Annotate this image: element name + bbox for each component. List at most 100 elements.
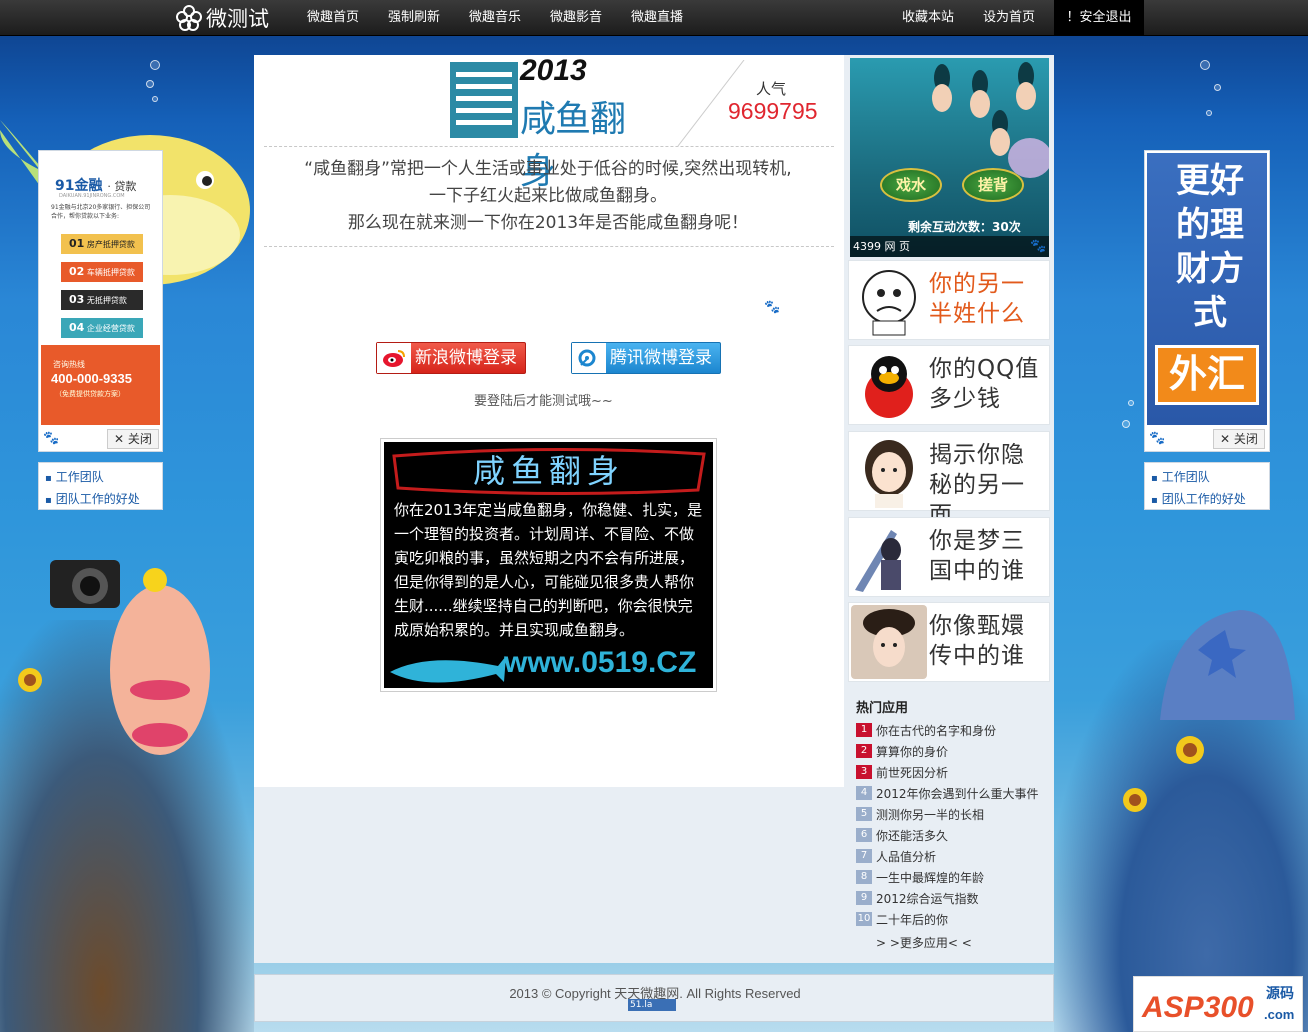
hotline-label: 咨询热线 <box>53 360 85 369</box>
paw-icon: 🐾 <box>764 300 781 315</box>
bubble <box>146 80 154 88</box>
weibo-icon <box>377 343 411 373</box>
hot-app-label: 你在古代的名字和身份 <box>876 723 997 738</box>
hot-app-item[interactable]: 6 你还能活多久 <box>856 826 948 844</box>
result-title: 咸鱼翻身 <box>472 452 625 490</box>
game-remaining-count: 剩余互动次数：30次 <box>908 220 1021 234</box>
nav-link-bookmark[interactable]: 收藏本站 <box>902 0 954 36</box>
site-logo-text: 微测试 <box>206 7 269 31</box>
sina-login-label: 新浪微博登录 <box>415 348 517 368</box>
side-link-team[interactable]: 工作团队 <box>45 467 162 489</box>
quiz-title: 你的另一半姓什么 <box>929 271 1025 327</box>
rock-decoration <box>1160 610 1295 720</box>
forex-ad-banner: 更好的理财方式 外汇 <box>1147 153 1267 425</box>
hot-app-label: 一生中最辉煌的年龄 <box>876 870 985 885</box>
tencent-weibo-login-button[interactable]: 腾讯微博登录 <box>571 342 721 374</box>
sina-weibo-login-button[interactable]: 新浪微博登录 <box>376 342 526 374</box>
description-line: “咸鱼翻身”常把一个人生活或事业处于低谷的时候,突然出现转机, <box>304 159 792 179</box>
side-link-team-benefits[interactable]: 团队工作的好处 <box>1151 489 1269 511</box>
rank-badge: 10 <box>856 912 872 926</box>
forex-highlight: 外汇 <box>1155 345 1259 405</box>
site-logo[interactable]: 微测试 <box>176 4 269 32</box>
game-splash-button[interactable]: 戏水 <box>880 168 942 202</box>
hot-app-label: 算算你的身价 <box>876 744 949 759</box>
loan-item: 04 企业经营贷款 <box>61 318 143 338</box>
stats-badge[interactable]: 51.la <box>628 999 676 1011</box>
logout-button[interactable]: ！安全退出 <box>1054 0 1144 36</box>
tencent-weibo-icon <box>572 343 606 373</box>
hot-apps-title: 热门应用 <box>856 701 909 716</box>
hot-app-item[interactable]: 5 测测你另一半的长相 <box>856 805 984 823</box>
nav-link-video[interactable]: 微趣影音 <box>550 0 602 36</box>
game-ad-source: 4399 网 页 <box>853 240 910 253</box>
bubble <box>1200 60 1210 70</box>
paw-icon: 🐾 <box>1030 239 1047 254</box>
title-banner: 2013 咸鱼翻身 <box>448 54 644 192</box>
quiz-card[interactable]: 你的QQ值多少钱 <box>848 345 1050 425</box>
hot-app-item[interactable]: 2 算算你的身价 <box>856 742 948 760</box>
mermaid-illustration <box>932 62 1049 178</box>
hot-app-label: 2012年你会遇到什么重大事件 <box>876 786 1039 801</box>
side-link-team-benefits[interactable]: 团队工作的好处 <box>45 489 162 511</box>
rank-badge: 2 <box>856 744 872 758</box>
rank-badge: 3 <box>856 765 872 779</box>
left-side-ad[interactable]: 91金融 · 贷款 DAIKUAN.91JINRONG.COM 91金融与北京2… <box>38 150 163 452</box>
rank-badge: 8 <box>856 870 872 884</box>
right-side-ad[interactable]: 更好的理财方式 外汇 🐾 ✕ 关闭 <box>1144 150 1270 452</box>
asp300-watermark-logo: ASP300 源码 .com <box>1133 976 1303 1032</box>
popularity-value: 9699795 <box>728 98 818 124</box>
nav-link-live[interactable]: 微趣直播 <box>631 0 683 36</box>
hot-app-item[interactable]: 9 2012综合运气指数 <box>856 889 979 907</box>
rank-badge: 5 <box>856 807 872 821</box>
watermark-sub: 源码 <box>1266 986 1294 1002</box>
quiz-card[interactable]: 你像甄嬛传中的谁 <box>848 602 1050 682</box>
nav-link-music[interactable]: 微趣音乐 <box>469 0 521 36</box>
hot-app-item[interactable]: 4 2012年你会遇到什么重大事件 <box>856 784 1039 802</box>
hotline-number: 400-000-9335 <box>51 371 132 386</box>
nav-link-refresh[interactable]: 强制刷新 <box>388 0 440 36</box>
divider <box>264 246 834 247</box>
ad-close-button[interactable]: ✕ 关闭 <box>1213 429 1265 449</box>
quiz-card[interactable]: 揭示你隐秘的另一面 <box>848 431 1050 528</box>
result-watermark: www.0519.CZ <box>504 646 697 679</box>
quiz-title: 你是梦三国中的谁 <box>929 528 1025 584</box>
footer: 2013 © Copyright 天天微趣网. All Rights Reser… <box>254 974 1054 1022</box>
quiz-card[interactable]: 你的另一半姓什么 <box>848 260 1050 340</box>
loan-item: 02 车辆抵押贷款 <box>61 262 143 282</box>
hot-app-item[interactable]: 1 你在古代的名字和身份 <box>856 721 996 739</box>
side-link-team[interactable]: 工作团队 <box>1151 467 1269 489</box>
hot-app-label: 前世死因分析 <box>876 765 949 780</box>
test-description: “咸鱼翻身”常把一个人生活或事业处于低谷的时候,突然出现转机, 一下子红火起来比… <box>258 156 838 237</box>
bubble <box>1128 400 1134 406</box>
hot-app-item[interactable]: 10 二十年后的你 <box>856 910 948 928</box>
ad-close-button[interactable]: ✕ 关闭 <box>107 429 159 449</box>
quiz-title: 你的QQ值多少钱 <box>929 356 1040 412</box>
bubble <box>150 60 160 70</box>
hot-app-label: 测测你另一半的长相 <box>876 807 985 822</box>
empress-avatar-icon <box>851 605 927 679</box>
result-text: 你在2013年定当咸鱼翻身，你稳健、扎实，是一个理智的投资者。计划周详、不冒险、… <box>394 501 703 639</box>
more-apps-link[interactable]: > >更多应用< < <box>876 934 972 951</box>
nav-link-set-homepage[interactable]: 设为首页 <box>983 0 1035 36</box>
nav-link-home[interactable]: 微趣首页 <box>307 0 359 36</box>
fish-watermark-icon <box>390 656 506 683</box>
loan-item: 01 房产抵押贷款 <box>61 234 143 254</box>
hot-app-item[interactable]: 8 一生中最辉煌的年龄 <box>856 868 984 886</box>
watermark-domain: .com <box>1264 1007 1295 1022</box>
hot-app-item[interactable]: 7 人品值分析 <box>856 847 936 865</box>
login-required-note: 要登陆后才能测试哦~~ <box>474 394 613 409</box>
quiz-card[interactable]: 你是梦三国中的谁 <box>848 517 1050 597</box>
game-scrub-button[interactable]: 搓背 <box>962 168 1024 202</box>
flower-decoration <box>1123 788 1147 812</box>
warrior-avatar-icon <box>855 530 901 592</box>
qq-login-label: 腾讯微博登录 <box>610 348 712 368</box>
girl-avatar-icon <box>865 440 913 508</box>
forex-headline: 更好的理财方式 <box>1176 161 1244 333</box>
hot-app-item[interactable]: 3 前世死因分析 <box>856 763 948 781</box>
cartoon-face-icon <box>862 270 916 336</box>
game-ad[interactable]: 戏水 搓背 剩余互动次数：30次 4399 网 页 🐾 <box>850 58 1049 257</box>
paw-icon: 🐾 <box>43 431 60 446</box>
loan-site: DAIKUAN.91JINRONG.COM <box>59 193 125 199</box>
popularity-label: 人气 <box>756 80 787 98</box>
bubble <box>1122 420 1130 428</box>
